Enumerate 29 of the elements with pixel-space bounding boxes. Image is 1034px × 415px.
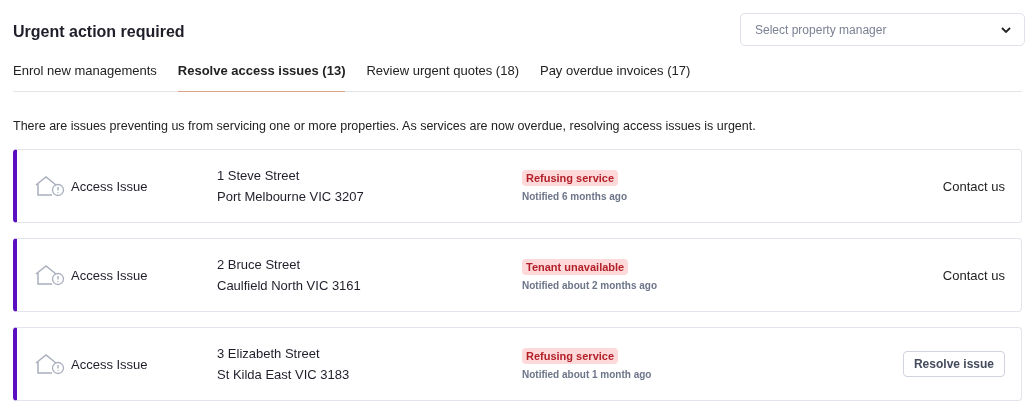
contact-link[interactable]: Contact us bbox=[942, 268, 1005, 283]
house-alert-icon bbox=[34, 175, 65, 197]
street-address: 3 Elizabeth Street bbox=[217, 346, 321, 361]
tab[interactable]: Pay overdue invoices (17) bbox=[539, 63, 691, 92]
suburb-address: Caulfield North VIC 3161 bbox=[217, 278, 362, 293]
issue-type: Access Issue bbox=[71, 356, 148, 372]
house-alert-icon bbox=[34, 264, 65, 286]
suburb-address: St Kilda East VIC 3183 bbox=[217, 367, 351, 382]
resolve-button[interactable]: Resolve issue bbox=[902, 351, 1005, 377]
notified-text: Notified about 2 months ago bbox=[522, 280, 657, 291]
tab[interactable]: Review urgent quotes (18) bbox=[366, 63, 519, 92]
description-text: There are issues preventing us from servicing one or more properties. As services are now overdue, resolving access issues is urgent. bbox=[13, 119, 757, 133]
house-alert-icon bbox=[34, 353, 65, 375]
chevron-down-icon bbox=[1001, 26, 1011, 33]
suburb-address: Port Melbourne VIC 3207 bbox=[217, 189, 365, 204]
issue-type: Access Issue bbox=[71, 267, 148, 283]
tab[interactable]: Enrol new managements bbox=[13, 63, 157, 92]
tab[interactable]: Resolve access issues (13) bbox=[177, 63, 346, 92]
status-badge: Refusing service bbox=[522, 348, 619, 364]
notified-text: Notified about 1 month ago bbox=[522, 369, 652, 380]
notified-text: Notified 6 months ago bbox=[522, 191, 627, 202]
issue-type: Access Issue bbox=[71, 178, 148, 194]
contact-link[interactable]: Contact us bbox=[942, 179, 1005, 194]
status-badge: Refusing service bbox=[522, 170, 619, 186]
manager-select[interactable]: Select property manager bbox=[740, 13, 1025, 46]
street-address: 2 Bruce Street bbox=[217, 257, 302, 272]
status-badge: Tenant unavailable bbox=[522, 259, 629, 275]
street-address: 1 Steve Street bbox=[217, 168, 301, 183]
section-title: Urgent action required bbox=[13, 21, 185, 41]
